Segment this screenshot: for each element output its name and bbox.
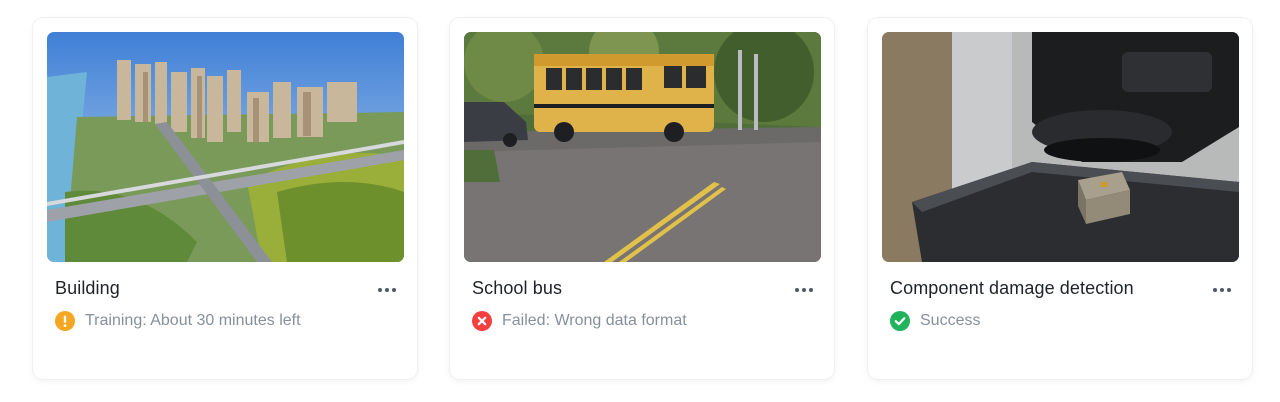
- warning-icon: [55, 311, 75, 331]
- dot-icon: [802, 288, 806, 292]
- dot-icon: [385, 288, 389, 292]
- error-icon: [472, 311, 492, 331]
- model-card-school-bus[interactable]: School bus Failed: Wrong data format: [450, 18, 834, 379]
- status-text: Failed: Wrong data format: [502, 312, 687, 329]
- dot-icon: [1220, 288, 1224, 292]
- model-card-grid: Building Training: About 30 minutes left: [0, 0, 1280, 402]
- status-row: Success: [890, 311, 980, 331]
- school-bus-image: [464, 32, 821, 262]
- check-icon: [890, 311, 910, 331]
- aerial-city-image: [47, 32, 404, 262]
- dot-icon: [795, 288, 799, 292]
- card-title: Building: [55, 278, 120, 298]
- model-card-building[interactable]: Building Training: About 30 minutes left: [33, 18, 417, 379]
- card-title: Component damage detection: [890, 278, 1134, 298]
- more-options-button[interactable]: [1211, 280, 1233, 300]
- card-title: School bus: [472, 278, 563, 298]
- status-row: Failed: Wrong data format: [472, 311, 687, 331]
- status-row: Training: About 30 minutes left: [55, 311, 301, 331]
- dot-icon: [1213, 288, 1217, 292]
- status-text: Training: About 30 minutes left: [85, 312, 301, 329]
- dot-icon: [809, 288, 813, 292]
- model-card-component-damage-detection[interactable]: Component damage detection Success: [868, 18, 1252, 379]
- dot-icon: [1227, 288, 1231, 292]
- status-text: Success: [920, 312, 981, 329]
- more-options-button[interactable]: [376, 280, 398, 300]
- dot-icon: [392, 288, 396, 292]
- microscope-component-image: [882, 32, 1239, 262]
- dot-icon: [378, 288, 382, 292]
- more-options-button[interactable]: [793, 280, 815, 300]
